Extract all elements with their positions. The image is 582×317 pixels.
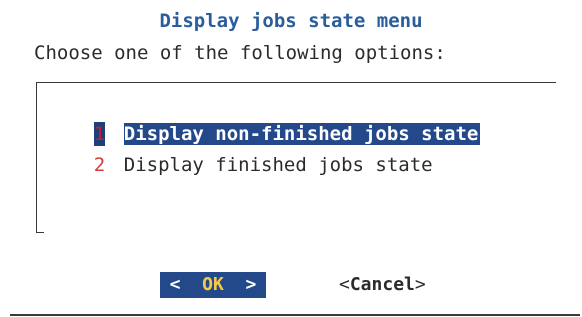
cancel-button[interactable]: <Cancel> [339, 272, 426, 298]
dialog-bottom-border [10, 314, 580, 316]
jobs-state-dialog: Display jobs state menu Choose one of th… [0, 0, 582, 317]
dialog-prompt: Choose one of the following options: [34, 42, 446, 64]
menu-item-non-finished-jobs[interactable]: 1 Display non-finished jobs state [48, 98, 481, 146]
cancel-button-label: Cancel [349, 274, 415, 295]
ok-button[interactable]: < OK > [160, 272, 266, 298]
ok-button-right-bracket: > [245, 274, 257, 295]
cancel-button-left-bracket: < [339, 274, 350, 295]
menu-item-finished-jobs[interactable]: 2 Display finished jobs state [48, 129, 433, 176]
listbox-bottom-corner [36, 232, 44, 233]
cancel-button-right-bracket: > [414, 274, 426, 295]
ok-button-left-bracket: < [169, 274, 181, 295]
listbox-left-border [36, 82, 37, 232]
menu-item-hotkey: 2 [93, 154, 106, 176]
menu-item-label: Display finished jobs state [123, 154, 433, 176]
ok-button-label: OK [202, 274, 224, 295]
dialog-title: Display jobs state menu [159, 10, 423, 32]
listbox-top-border [36, 82, 556, 83]
